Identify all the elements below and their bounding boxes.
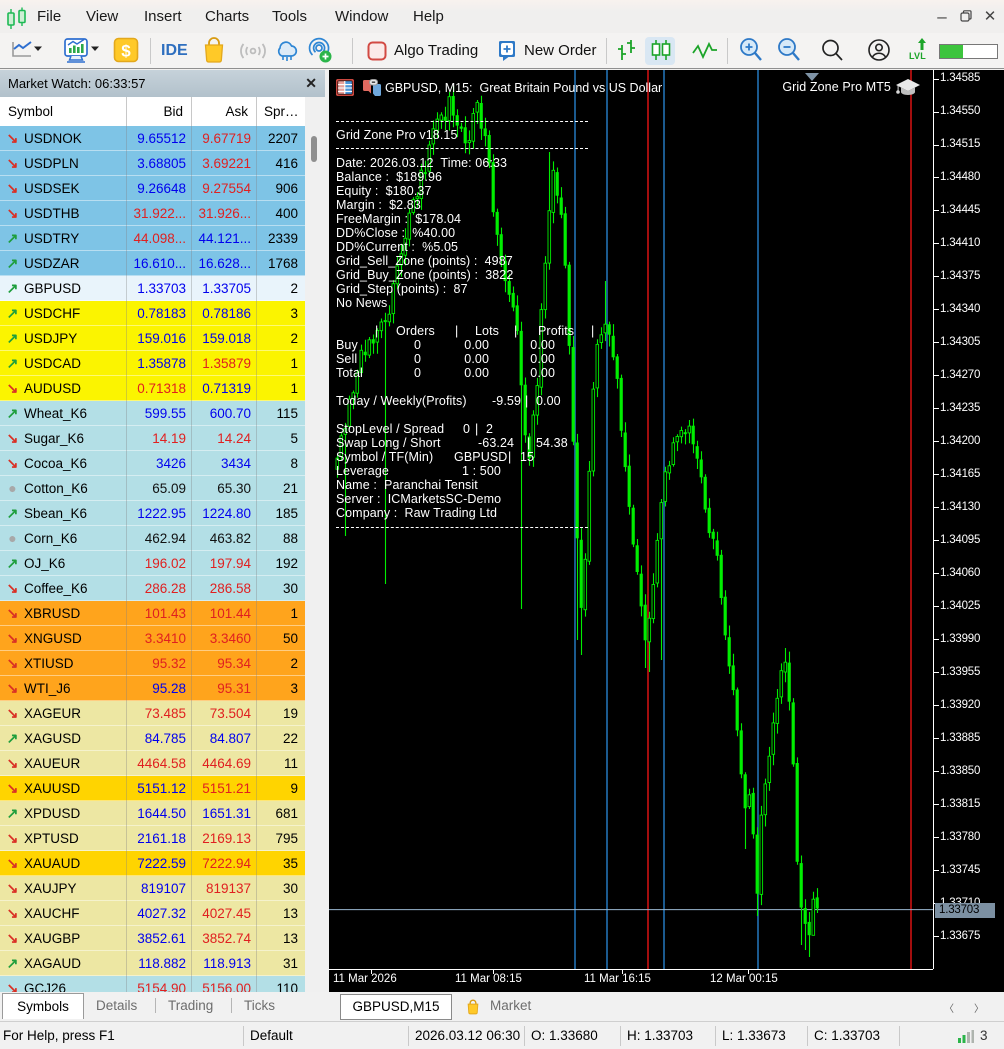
svg-text:$: $: [121, 42, 131, 61]
